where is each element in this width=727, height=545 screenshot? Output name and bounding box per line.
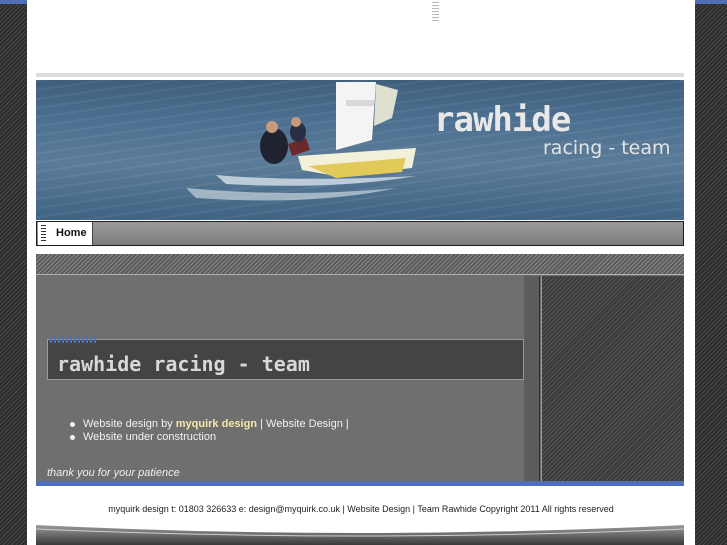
- main-column: rawhide racing - team Website design by …: [36, 276, 524, 482]
- nav-item-home-label: Home: [56, 227, 87, 239]
- myquirk-design-link[interactable]: myquirk design: [176, 418, 257, 430]
- footer-wave-decoration: [36, 525, 684, 545]
- info-list: Website design by myquirk design | Websi…: [70, 418, 349, 444]
- page-container: rawhide racing - team Home rawhide racin…: [27, 0, 695, 545]
- grip-handle-icon: [432, 2, 439, 22]
- credit-prefix: Website design by: [83, 418, 176, 430]
- page-title-box: rawhide racing - team: [47, 337, 524, 380]
- credit-separator: |: [257, 418, 267, 430]
- sidebar-column: [541, 276, 684, 482]
- banner-title: rawhide: [434, 100, 571, 140]
- content-top-band: [36, 254, 684, 275]
- content-area: rawhide racing - team Website design by …: [36, 254, 684, 482]
- nav-grip-icon: [41, 225, 46, 242]
- website-design-link[interactable]: Website Design: [266, 418, 343, 430]
- main-navigation: Home: [36, 221, 684, 246]
- patience-note: thank you for your patience: [47, 467, 180, 479]
- title-dots-decoration: [50, 337, 98, 343]
- list-item: Website under construction: [70, 431, 349, 444]
- list-item: Website design by myquirk design | Websi…: [70, 418, 349, 431]
- footer-text: myquirk design t: 01803 326633 e: design…: [108, 504, 614, 514]
- page-title: rawhide racing - team: [57, 352, 310, 376]
- header-divider: [36, 73, 684, 77]
- content-bottom-accent: [36, 481, 684, 486]
- column-divider: [524, 276, 540, 482]
- nav-item-home[interactable]: Home: [38, 222, 93, 245]
- header-banner: rawhide racing - team: [36, 80, 684, 220]
- banner-subtitle: racing - team: [543, 137, 671, 159]
- credit-suffix: |: [342, 418, 349, 430]
